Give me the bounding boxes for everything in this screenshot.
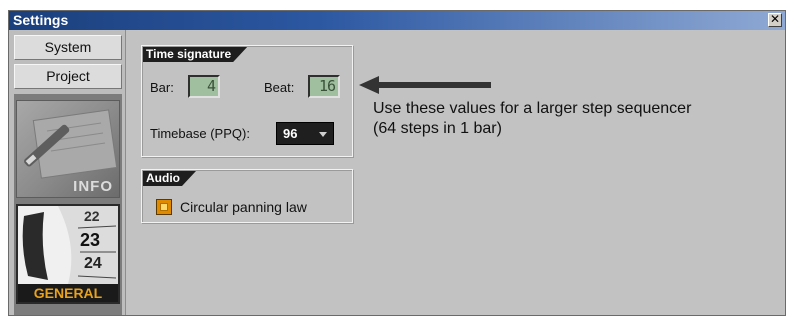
dial-number-22: 22 [84, 208, 100, 224]
dial-number-24: 24 [84, 255, 102, 272]
time-signature-title: Time signature [143, 47, 247, 62]
sidebar-item-project[interactable]: Project [14, 64, 122, 89]
info-tile-label: INFO [73, 178, 113, 195]
annotation-line-1: Use these values for a larger step seque… [373, 100, 692, 117]
arrow-left-icon [359, 76, 491, 94]
calendar-dial-icon: 22 23 24 [18, 206, 118, 284]
timebase-label: Timebase (PPQ): [150, 126, 250, 141]
circular-panning-checkbox[interactable] [156, 199, 172, 215]
general-tile-label: GENERAL [33, 285, 103, 301]
chevron-down-icon [319, 132, 327, 137]
title-bar[interactable]: Settings ✕ [9, 11, 785, 30]
sidebar: System Project INFO 22 23 24 GENERAL [9, 30, 126, 315]
timebase-select[interactable]: 96 [276, 122, 334, 145]
audio-group: Audio Circular panning law [141, 169, 353, 223]
annotation-line-2: (64 steps in 1 bar) [373, 120, 502, 137]
beat-value-display[interactable]: 16 [308, 75, 340, 98]
time-signature-group: Time signature Bar: 4 Beat: 16 Timebase … [141, 45, 353, 157]
annotation-text: Use these values for a larger step seque… [373, 99, 691, 139]
window-title: Settings [13, 12, 69, 28]
checkbox-checked-indicator [160, 203, 168, 211]
dial-number-23: 23 [80, 230, 101, 250]
beat-label: Beat: [264, 80, 295, 95]
audio-title: Audio [143, 171, 196, 186]
bar-value-display[interactable]: 4 [188, 75, 220, 98]
bar-label: Bar: [150, 80, 174, 95]
circular-panning-label[interactable]: Circular panning law [180, 199, 307, 215]
settings-window: Settings ✕ System Project INFO 22 23 24 … [8, 10, 786, 316]
timebase-value: 96 [283, 126, 298, 141]
info-tile[interactable]: INFO [16, 100, 120, 198]
close-button[interactable]: ✕ [768, 13, 782, 27]
sidebar-item-system[interactable]: System [14, 35, 122, 60]
general-tile[interactable]: 22 23 24 GENERAL [16, 204, 120, 304]
sidebar-tiles: INFO 22 23 24 GENERAL [14, 94, 122, 315]
